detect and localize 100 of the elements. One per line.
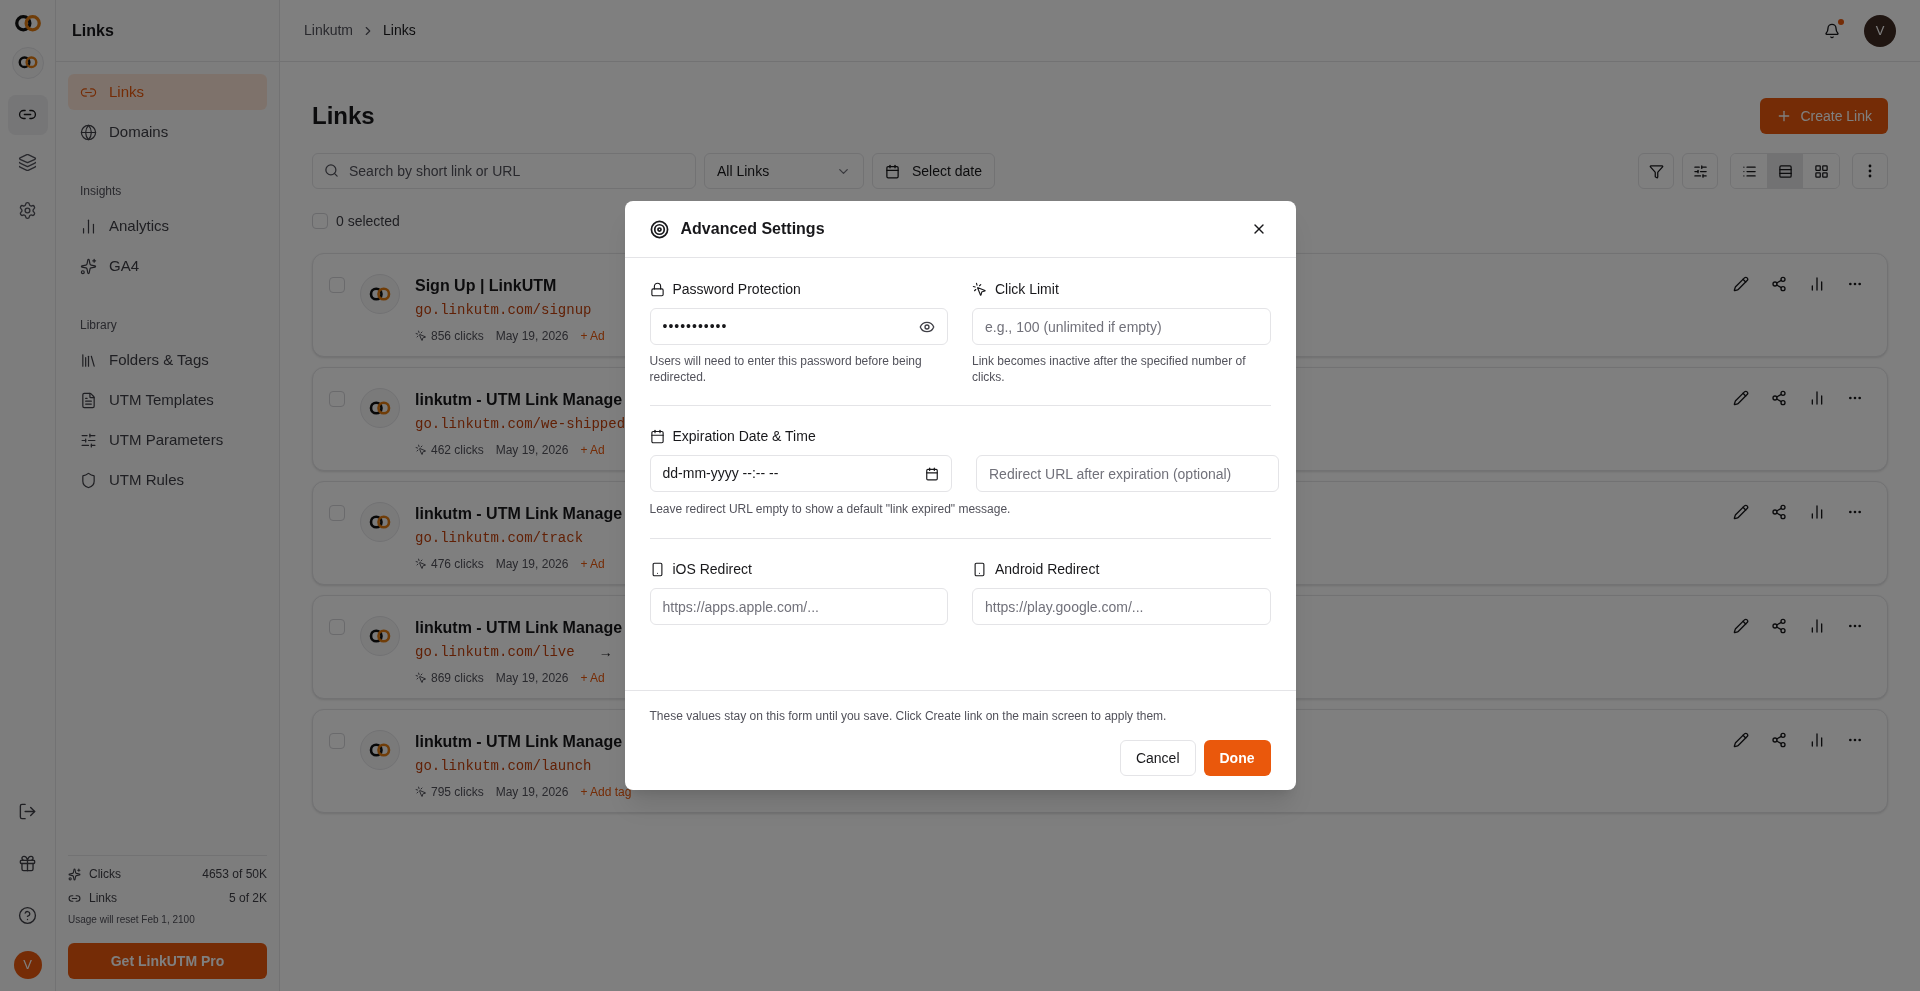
bar-chart-icon[interactable] xyxy=(1809,390,1825,406)
globe-icon xyxy=(80,123,97,141)
user-avatar[interactable]: V xyxy=(1864,14,1896,47)
edit-icon[interactable] xyxy=(1733,390,1749,406)
bar-chart-icon[interactable] xyxy=(1809,618,1825,634)
add-tag-link[interactable]: + Ad xyxy=(580,441,605,459)
edit-icon[interactable] xyxy=(1733,618,1749,634)
page-title: Links xyxy=(312,101,375,131)
sliders-icon xyxy=(1692,163,1708,179)
done-button[interactable]: Done xyxy=(1203,740,1271,776)
link-date: May 19, 2026 xyxy=(495,784,569,801)
sidebar-item[interactable]: UTM Parameters xyxy=(68,422,267,458)
bar-chart-icon[interactable] xyxy=(1809,732,1825,748)
grid-view-icon xyxy=(1813,163,1829,179)
filter-dropdown[interactable]: All Links xyxy=(704,153,864,189)
modal-title: Advanced Settings xyxy=(680,219,825,239)
adjust-button[interactable] xyxy=(1682,153,1718,189)
document-icon xyxy=(80,391,97,409)
click-icon xyxy=(415,558,427,570)
sidebar-item[interactable]: Folders & Tags xyxy=(68,342,267,378)
password-field[interactable]: ••••••••••• xyxy=(649,308,948,345)
create-link-button[interactable]: Create Link xyxy=(1760,98,1888,134)
search-field[interactable]: Search by short link or URL xyxy=(312,153,696,189)
date-picker-button[interactable]: Select date xyxy=(872,153,996,189)
phone-icon xyxy=(972,562,987,577)
lock-icon xyxy=(649,282,665,297)
section-heading: Insights xyxy=(79,183,123,200)
user-avatar[interactable]: V xyxy=(13,951,42,979)
arrow: → xyxy=(598,643,613,662)
sidebar-item[interactable]: UTM Templates xyxy=(68,382,267,418)
edit-icon[interactable] xyxy=(1733,732,1749,748)
redirect-url-field[interactable]: Redirect URL after expiration (optional) xyxy=(976,455,1279,492)
breadcrumb-item: Links xyxy=(383,21,416,40)
filter-button[interactable] xyxy=(1638,153,1674,189)
layers-icon xyxy=(18,153,37,172)
click-count: 869 clicks xyxy=(431,670,484,687)
cancel-button[interactable]: Cancel xyxy=(1119,740,1196,776)
sparkles-icon xyxy=(80,257,97,275)
share-icon[interactable] xyxy=(1771,618,1787,634)
sidebar-item[interactable]: Analytics xyxy=(68,208,267,244)
breadcrumb-item[interactable]: Linkutm xyxy=(304,20,354,41)
click-icon xyxy=(415,330,427,342)
link-title[interactable]: linkutm - UTM Link Manage xyxy=(415,388,626,412)
link-title[interactable]: linkutm - UTM Link Manage xyxy=(415,616,623,640)
link-title[interactable]: Sign Up | LinkUTM xyxy=(415,274,605,298)
filter-icon xyxy=(1648,163,1664,179)
shield-icon xyxy=(80,471,97,489)
logo xyxy=(368,285,392,303)
short-url[interactable]: go.linkutm.com/track xyxy=(415,528,584,549)
bar-chart-icon[interactable] xyxy=(1809,276,1825,292)
list-view-icon xyxy=(1741,163,1757,179)
ios-redirect-field[interactable]: https://apps.apple.com/... xyxy=(649,588,948,625)
share-icon[interactable] xyxy=(1771,732,1787,748)
edit-icon[interactable] xyxy=(1733,276,1749,292)
click-limit-field[interactable]: e.g., 100 (unlimited if empty) xyxy=(972,308,1271,345)
share-icon[interactable] xyxy=(1771,390,1787,406)
calendar-icon[interactable] xyxy=(924,466,939,481)
short-url[interactable]: go.linkutm.com/we-shipped xyxy=(415,414,626,435)
add-tag-link[interactable]: + Ad xyxy=(580,555,605,573)
short-url[interactable]: go.linkutm.com/signup xyxy=(415,300,592,321)
date-time-field[interactable]: dd-mm-yyyy --:-- -- xyxy=(649,455,952,492)
logo xyxy=(368,399,392,417)
logo xyxy=(368,513,392,531)
sidebar-item[interactable]: UTM Rules xyxy=(68,462,267,498)
rail-button[interactable] xyxy=(7,94,48,135)
link-title[interactable]: linkutm - UTM Link Manage xyxy=(415,502,623,526)
reset-note: Usage will reset Feb 1, 2100 xyxy=(68,913,196,927)
gift-icon xyxy=(18,853,37,873)
more-icon xyxy=(1868,164,1872,178)
help-text: Leave redirect URL empty to show a default "link expired" message. xyxy=(649,501,1012,518)
sidebar-item[interactable]: Links xyxy=(68,74,267,110)
phone-icon xyxy=(649,562,665,577)
settings-icon xyxy=(18,201,37,220)
logo xyxy=(16,54,39,71)
usage-label: Links xyxy=(89,890,117,907)
android-redirect-field[interactable]: https://play.google.com/... xyxy=(972,588,1271,625)
field-label: Password Protection xyxy=(672,280,801,299)
add-tag-link[interactable]: + Ad xyxy=(580,327,605,345)
add-tag-link[interactable]: + Add tag xyxy=(580,783,632,801)
target-icon xyxy=(649,219,669,239)
short-url[interactable]: go.linkutm.com/launch xyxy=(415,756,592,777)
click-count: 856 clicks xyxy=(431,328,484,345)
sidebar-item[interactable]: GA4 xyxy=(68,248,267,284)
upgrade-button[interactable]: Get LinkUTM Pro xyxy=(68,943,267,979)
calendar-icon xyxy=(885,163,900,179)
add-tag-link[interactable]: + Ad xyxy=(580,669,605,687)
usage-label: Clicks xyxy=(89,866,121,883)
click-count: 795 clicks xyxy=(431,784,484,801)
bar-chart-icon[interactable] xyxy=(1809,504,1825,520)
click-count: 476 clicks xyxy=(431,556,484,573)
help-icon xyxy=(18,905,37,925)
edit-icon[interactable] xyxy=(1733,504,1749,520)
field-label: Android Redirect xyxy=(995,560,1100,579)
share-icon[interactable] xyxy=(1771,276,1787,292)
share-icon[interactable] xyxy=(1771,504,1787,520)
field-label: iOS Redirect xyxy=(672,560,752,579)
sidebar-item[interactable]: Domains xyxy=(68,114,267,150)
short-url[interactable]: go.linkutm.com/live xyxy=(415,642,575,663)
view-mode-button[interactable] xyxy=(1767,154,1803,188)
sliders-icon xyxy=(80,431,97,449)
